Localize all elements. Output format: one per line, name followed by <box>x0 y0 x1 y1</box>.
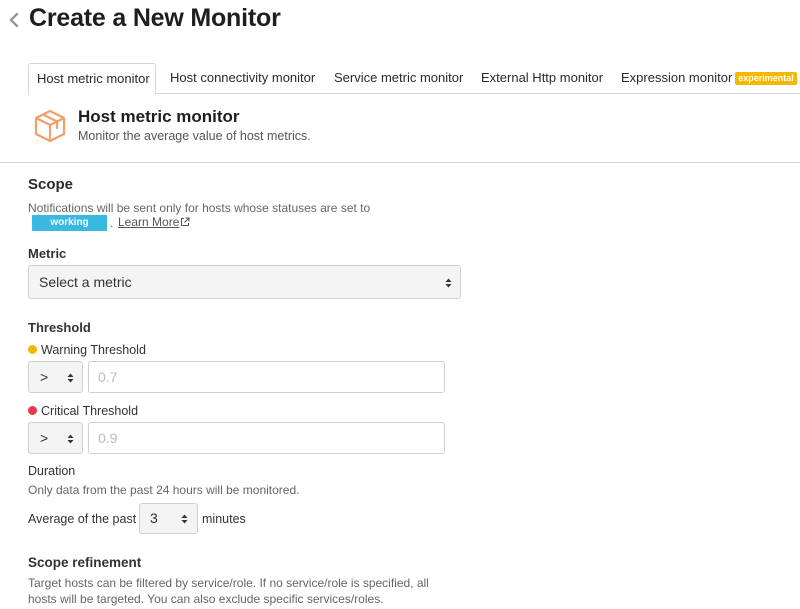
tab-label: Service metric monitor <box>334 70 464 85</box>
warning-operator-value: > <box>40 369 49 385</box>
scope-separator: . <box>110 216 114 230</box>
scope-refinement-heading: Scope refinement <box>28 555 142 570</box>
monitor-type-title: Host metric monitor <box>78 107 240 126</box>
scope-refinement-description-2: hosts will be targeted. You can also exc… <box>28 592 384 606</box>
learn-more-label: Learn More <box>118 215 180 229</box>
external-link-icon <box>181 217 190 227</box>
duration-minutes-select[interactable]: 3 <box>139 503 198 534</box>
tab-host-connectivity[interactable]: Host connectivity monitor <box>162 63 323 94</box>
select-arrows-icon <box>445 278 452 288</box>
select-arrows-icon <box>67 373 74 383</box>
tab-expression[interactable]: Expression monitor experimental <box>613 63 800 94</box>
experimental-badge: experimental <box>735 72 797 85</box>
warning-threshold-input[interactable] <box>88 361 445 393</box>
tab-service-metric[interactable]: Service metric monitor <box>326 63 471 94</box>
warning-dot-icon <box>28 345 37 354</box>
metric-label: Metric <box>28 246 67 261</box>
critical-threshold-text: Critical Threshold <box>41 404 139 418</box>
tab-label: Host connectivity monitor <box>170 70 316 85</box>
select-arrows-icon <box>181 514 188 524</box>
duration-prefix: Average of the past <box>28 512 137 526</box>
tab-external-http[interactable]: External Http monitor <box>473 63 611 94</box>
monitor-type-header: Host metric monitor Monitor the average … <box>30 104 800 162</box>
select-arrows-icon <box>67 434 74 444</box>
warning-threshold-label: Warning Threshold <box>28 342 146 358</box>
scope-refinement-description-1: Target hosts can be filtered by service/… <box>28 576 429 590</box>
duration-minutes-value: 3 <box>150 510 158 526</box>
tab-label: Expression monitor <box>621 70 733 85</box>
tab-host-metric[interactable]: Host metric monitor <box>28 63 156 95</box>
chevron-left-icon[interactable] <box>7 11 21 29</box>
critical-dot-icon <box>28 406 37 415</box>
tab-label: Host metric monitor <box>37 71 150 86</box>
warning-operator-select[interactable]: > <box>28 361 83 393</box>
tab-label: External Http monitor <box>481 70 604 85</box>
duration-note: Only data from the past 24 hours will be… <box>28 483 300 497</box>
metric-select-value: Select a metric <box>39 274 132 290</box>
critical-threshold-input[interactable] <box>88 422 445 454</box>
threshold-heading: Threshold <box>28 320 91 335</box>
learn-more-link[interactable]: Learn More <box>118 215 190 229</box>
monitor-type-tabs: Host metric monitor Host connectivity mo… <box>28 63 800 95</box>
monitor-type-description: Monitor the average value of host metric… <box>78 129 311 143</box>
scope-heading: Scope <box>28 176 74 193</box>
duration-suffix: minutes <box>202 512 246 526</box>
section-divider <box>0 162 800 163</box>
critical-operator-select[interactable]: > <box>28 422 83 454</box>
cube-icon <box>34 109 66 143</box>
page-title: Create a New Monitor <box>29 4 281 32</box>
warning-threshold-text: Warning Threshold <box>41 343 146 357</box>
critical-threshold-label: Critical Threshold <box>28 403 138 419</box>
scope-notice: Notifications will be sent only for host… <box>28 201 371 215</box>
critical-operator-value: > <box>40 430 49 446</box>
page-header: Create a New Monitor <box>0 0 800 44</box>
metric-select[interactable]: Select a metric <box>28 265 461 299</box>
status-badge: working <box>32 215 107 231</box>
duration-label: Duration <box>28 464 76 478</box>
